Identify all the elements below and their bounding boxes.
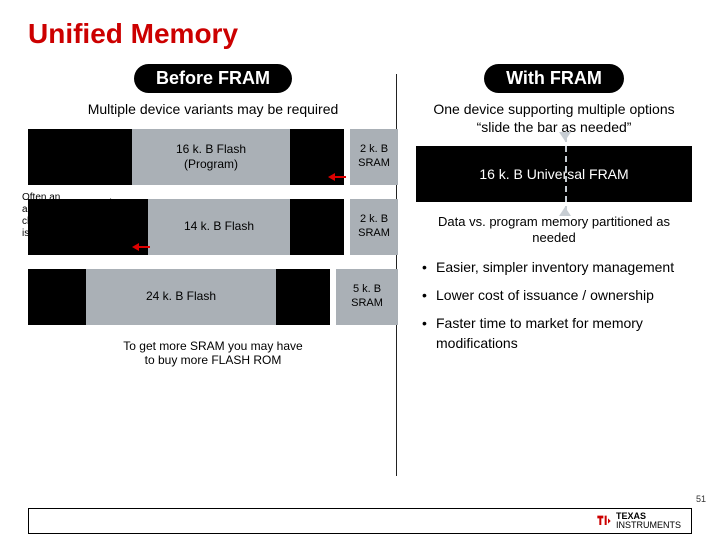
sram-segment: 2 k. B SRAM	[350, 199, 398, 255]
memory-row: 24 k. B Flash 5 k. B SRAM	[28, 269, 398, 325]
benefits-list: Easier, simpler inventory management Low…	[416, 257, 692, 354]
left-footnote: To get more SRAM you may have to buy mor…	[28, 339, 398, 367]
sram-segment: 5 k. B SRAM	[336, 269, 398, 325]
list-item: Lower cost of issuance / ownership	[422, 285, 692, 305]
before-fram-pill: Before FRAM	[134, 64, 292, 93]
arrow-icon	[328, 173, 346, 181]
fram-universal-block: 16 k. B Universal FRAM	[416, 146, 692, 202]
list-item: Easier, simpler inventory management	[422, 257, 692, 277]
chevron-down-icon	[559, 132, 571, 141]
slide-title: Unified Memory	[28, 18, 692, 50]
memory-row: 16 k. B Flash (Program) 2 k. B SRAM	[28, 129, 398, 185]
list-item: Faster time to market for memory modific…	[422, 313, 692, 354]
partition-description: Data vs. program memory partitioned as n…	[416, 214, 692, 247]
ti-logo: TEXAS INSTRUMENTS	[596, 512, 681, 530]
chevron-up-icon	[559, 207, 571, 216]
row-black-right	[276, 269, 330, 325]
flash-segment: 24 k. B Flash	[86, 269, 276, 325]
ti-logo-icon	[596, 514, 612, 528]
logo-text-b: INSTRUMENTS	[616, 521, 681, 530]
with-fram-column: With FRAM One device supporting multiple…	[416, 64, 692, 367]
row-black-left	[28, 269, 86, 325]
fram-label: 16 k. B Universal FRAM	[479, 166, 628, 182]
arrow-icon	[132, 243, 150, 251]
with-fram-pill: With FRAM	[484, 64, 624, 93]
footer-bar: TEXAS INSTRUMENTS	[28, 508, 692, 534]
flash-segment: 16 k. B Flash (Program)	[132, 129, 290, 185]
before-fram-subtitle: Multiple device variants may be required	[28, 101, 398, 119]
row-black-left	[28, 129, 132, 185]
slider-line	[565, 136, 567, 212]
flash-segment: 14 k. B Flash	[148, 199, 290, 255]
with-fram-subtitle: One device supporting multiple options “…	[416, 101, 692, 136]
page-number: 51	[696, 494, 706, 504]
eeprom-label: 1 k. B EEPROM	[90, 196, 138, 222]
before-fram-column: Before FRAM Multiple device variants may…	[28, 64, 398, 367]
sram-segment: 2 k. B SRAM	[350, 129, 398, 185]
row-black-right	[290, 199, 344, 255]
